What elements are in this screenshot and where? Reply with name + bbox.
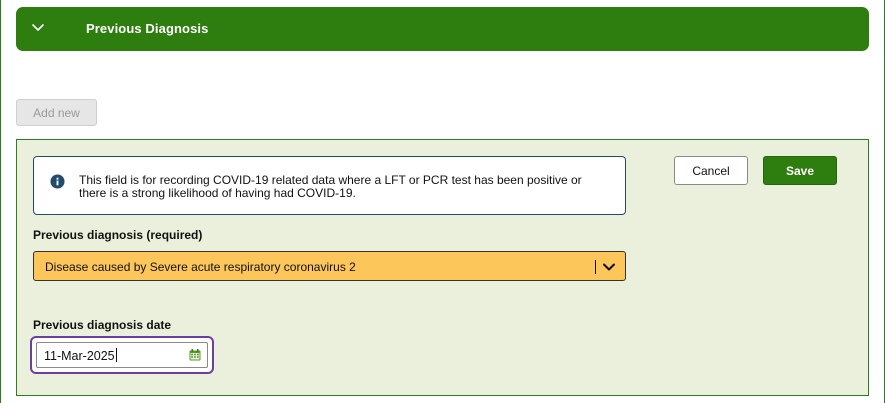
date-input-focus-ring: 11-Mar-2025	[30, 336, 214, 374]
accordion-title: Previous Diagnosis	[86, 21, 209, 36]
info-icon	[50, 174, 65, 189]
add-new-button[interactable]: Add new	[16, 99, 97, 126]
info-message-box: This field is for recording COVID-19 rel…	[33, 156, 626, 215]
save-button[interactable]: Save	[763, 156, 837, 185]
previous-diagnosis-selected-value: Disease caused by Severe acute respirato…	[45, 260, 356, 274]
info-message-text: This field is for recording COVID-19 rel…	[79, 173, 582, 200]
previous-diagnosis-date-input[interactable]: 11-Mar-2025	[36, 342, 208, 368]
previous-diagnosis-accordion-header[interactable]: Previous Diagnosis	[16, 7, 869, 51]
previous-diagnosis-label: Previous diagnosis (required)	[33, 228, 203, 242]
select-divider	[595, 260, 596, 274]
chevron-down-icon[interactable]	[31, 20, 45, 34]
cancel-button[interactable]: Cancel	[674, 156, 748, 185]
previous-diagnosis-select[interactable]: Disease caused by Severe acute respirato…	[33, 251, 626, 281]
previous-diagnosis-date-label: Previous diagnosis date	[33, 318, 172, 332]
calendar-icon[interactable]	[189, 349, 201, 361]
chevron-down-icon[interactable]	[602, 260, 616, 274]
diagnosis-form-panel: This field is for recording COVID-19 rel…	[16, 139, 869, 396]
date-input-value: 11-Mar-2025	[44, 348, 117, 363]
